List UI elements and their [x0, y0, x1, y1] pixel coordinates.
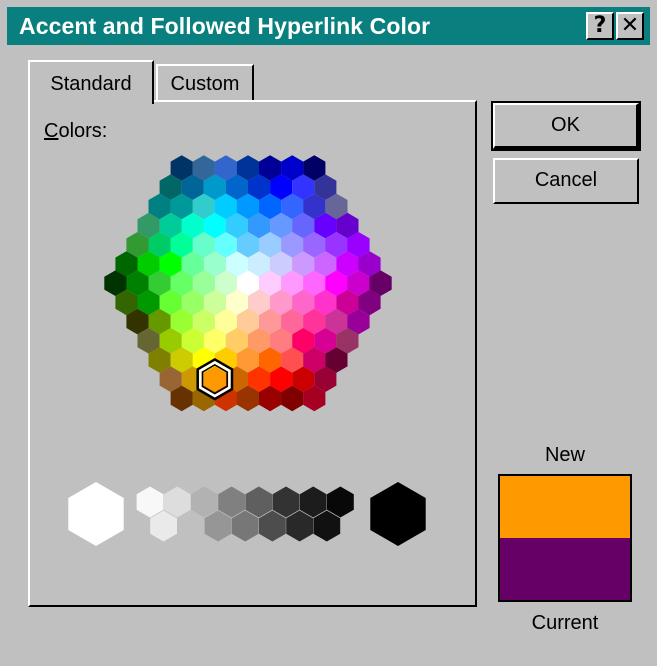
gray-swatch[interactable]	[299, 486, 327, 518]
gray-swatch[interactable]	[136, 486, 164, 518]
current-color-swatch	[500, 538, 630, 600]
white-swatch[interactable]	[68, 482, 124, 546]
ok-button[interactable]: OK	[491, 101, 641, 151]
new-color-swatch	[500, 476, 630, 538]
black-swatch[interactable]	[370, 482, 426, 546]
tab-standard[interactable]: Standard	[28, 60, 154, 104]
tab-standard-label: Standard	[50, 73, 132, 95]
gray-swatch[interactable]	[286, 510, 313, 542]
gray-swatch[interactable]	[204, 510, 232, 542]
gray-swatch[interactable]	[191, 486, 218, 518]
color-preview	[498, 474, 632, 602]
gray-swatch[interactable]	[245, 486, 273, 518]
gray-swatch[interactable]	[313, 510, 341, 542]
gray-swatch[interactable]	[163, 486, 191, 518]
gray-swatch[interactable]	[231, 510, 259, 542]
gray-swatch[interactable]	[272, 486, 300, 518]
current-color-label: Current	[531, 612, 599, 634]
new-color-label: New	[544, 444, 585, 466]
gray-swatch[interactable]	[327, 486, 354, 518]
color-dialog: Accent and Followed Hyperlink Color ? ✕ …	[0, 0, 657, 666]
cancel-button[interactable]: Cancel	[493, 158, 639, 204]
gray-swatch[interactable]	[150, 510, 177, 542]
gray-swatch[interactable]	[218, 486, 245, 518]
gray-swatch[interactable]	[177, 510, 205, 542]
gray-swatch[interactable]	[259, 510, 286, 542]
